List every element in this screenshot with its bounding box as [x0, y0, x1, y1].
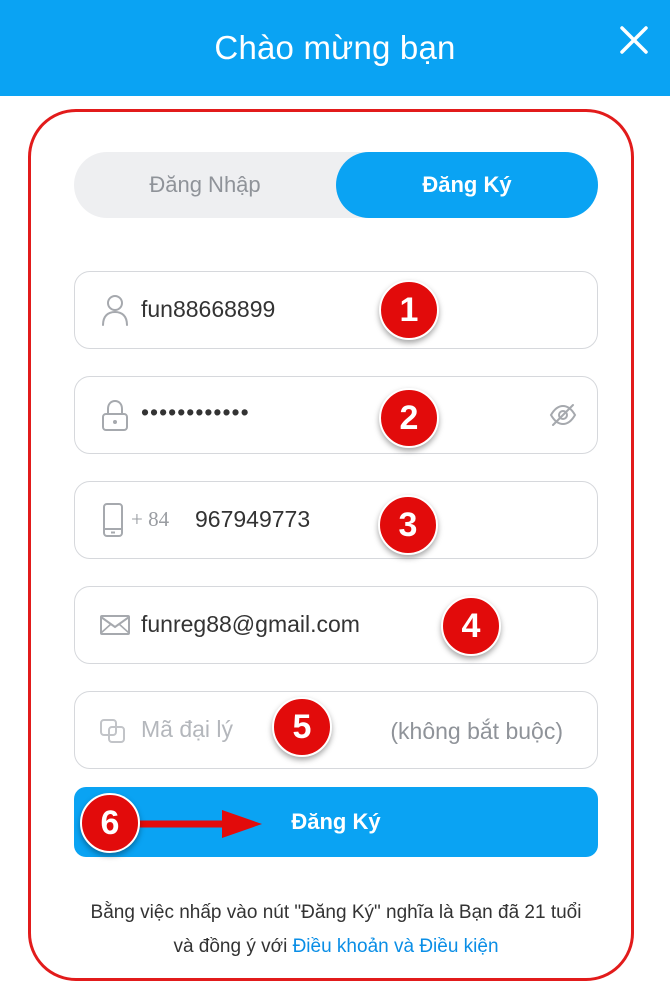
terms-text: Bằng việc nhấp vào nút "Đăng Ký" nghĩa l… — [40, 896, 632, 964]
header-bar: Chào mừng bạn — [0, 0, 670, 96]
register-submit-label: Đăng Ký — [291, 809, 381, 834]
password-field[interactable]: •••••••••••• — [74, 376, 598, 454]
eye-off-icon[interactable] — [549, 401, 577, 429]
terms-line-1: Bằng việc nhấp vào nút "Đăng Ký" nghĩa l… — [90, 902, 582, 923]
mail-icon — [100, 615, 130, 635]
tab-register[interactable]: Đăng Ký — [336, 152, 598, 218]
close-button[interactable] — [616, 22, 652, 58]
phone-country-code[interactable]: + 84 — [131, 507, 169, 532]
phone-field[interactable]: + 84 967949773 — [74, 481, 598, 559]
agent-icon — [100, 719, 125, 743]
agent-code-placeholder: Mã đại lý — [141, 716, 234, 742]
lock-icon — [102, 399, 128, 431]
annotation-badge-3: 3 — [378, 495, 438, 555]
user-icon — [102, 295, 128, 326]
annotation-badge-2: 2 — [379, 388, 439, 448]
optional-hint: (không bắt buộc) — [390, 718, 563, 744]
phone-icon — [103, 503, 123, 537]
agent-code-field[interactable]: Mã đại lý (không bắt buộc) — [74, 691, 598, 769]
password-value: •••••••••••• — [141, 399, 250, 425]
annotation-badge-5: 5 — [272, 697, 332, 757]
terms-line-2-prefix: và đồng ý với — [173, 936, 293, 957]
annotation-badge-4: 4 — [441, 596, 501, 656]
page-title: Chào mừng bạn — [214, 29, 456, 66]
annotation-badge-1: 1 — [379, 280, 439, 340]
tab-login[interactable]: Đăng Nhập — [74, 152, 336, 218]
phone-value: 967949773 — [195, 506, 311, 532]
arrow-right-icon — [134, 810, 262, 838]
email-value: funreg88@gmail.com — [141, 611, 360, 637]
username-field[interactable]: fun88668899 — [74, 271, 598, 349]
username-value: fun88668899 — [141, 296, 276, 322]
terms-line-2: và đồng ý với Điều khoản và Điều kiện — [40, 930, 632, 964]
terms-link[interactable]: Điều khoản và Điều kiện — [293, 936, 499, 957]
close-icon — [620, 26, 648, 54]
annotation-badge-6: 6 — [80, 793, 140, 853]
email-field[interactable]: funreg88@gmail.com — [74, 586, 598, 664]
auth-tabs: Đăng Nhập Đăng Ký — [74, 152, 598, 218]
